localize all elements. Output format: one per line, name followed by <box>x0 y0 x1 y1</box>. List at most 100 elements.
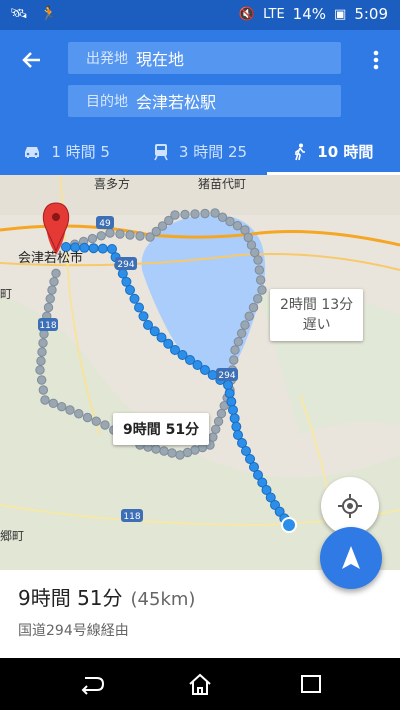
route-distance: (45km) <box>130 589 196 610</box>
route-dot <box>100 420 110 430</box>
route-dot <box>125 285 135 295</box>
overflow-menu-button[interactable] <box>370 46 382 74</box>
route-dot <box>105 228 115 238</box>
satellite-icon: 🛰 <box>10 6 28 22</box>
map-view[interactable]: 49 294 118 294 118 猪苗代町 喜多方 会津若松市 町 郷町 2… <box>0 175 400 570</box>
route-dot <box>129 293 140 304</box>
route-dot <box>151 444 161 454</box>
route-dot <box>38 385 49 395</box>
route-dot <box>43 302 54 313</box>
selected-route-callout[interactable]: 9時間 51分 <box>113 413 210 445</box>
route-dot <box>223 380 233 390</box>
route-summary-heading: 9時間 51分 (45km) <box>18 582 195 611</box>
tab-drive-label: 1 時間 5 <box>51 143 110 161</box>
destination-value: 会津若松駅 <box>136 93 217 112</box>
route-dot <box>39 329 49 339</box>
route-dot <box>40 395 50 405</box>
nav-back-button[interactable] <box>77 670 107 698</box>
svg-text:118: 118 <box>123 512 140 522</box>
start-navigation-button[interactable] <box>320 527 382 589</box>
route-dot <box>37 347 47 357</box>
route-shield-118: 118 <box>38 318 58 331</box>
place-label-bottom-left: 郷町 <box>0 529 25 543</box>
more-vert-icon <box>373 50 379 70</box>
route-dot <box>117 268 128 279</box>
route-dot <box>255 275 266 285</box>
route-dot <box>208 432 218 442</box>
svg-text:118: 118 <box>39 321 56 331</box>
route-dot <box>236 328 247 339</box>
route-dot <box>48 398 59 409</box>
alternate-route-time: 2時間 13分 <box>280 297 354 313</box>
route-dot <box>87 233 98 244</box>
route-dot <box>229 413 240 424</box>
directions-header: 出発地 現在地 目的地 会津若松駅 1 時間 5 3 時間 25 10 時間 <box>0 30 400 175</box>
route-dot <box>231 421 242 432</box>
route-dot <box>115 229 125 239</box>
svg-text:49: 49 <box>99 219 111 229</box>
route-dot <box>159 446 169 456</box>
origin-value: 現在地 <box>136 50 185 69</box>
route-dot <box>65 405 75 415</box>
svg-text:294: 294 <box>218 371 235 381</box>
route-dot <box>35 365 45 375</box>
tab-walk-label: 10 時間 <box>317 143 374 161</box>
route-dot <box>217 212 228 222</box>
route-dot <box>211 424 221 434</box>
route-dot <box>74 409 84 419</box>
route-dot <box>232 221 243 231</box>
route-dot <box>253 255 263 265</box>
route-dot <box>45 294 55 304</box>
clock: 5:09 <box>354 5 388 23</box>
status-bar: 🛰 🏃 🔇 LTE 14% ▣ 5:09 <box>0 0 400 30</box>
nav-home-button[interactable] <box>185 670 215 698</box>
route-dot <box>56 401 67 412</box>
route-dot <box>200 208 210 219</box>
back-button[interactable] <box>18 46 46 74</box>
route-dot <box>257 285 267 295</box>
route-dot <box>51 268 61 279</box>
route-dot <box>213 416 224 427</box>
route-dot <box>180 209 190 220</box>
system-navigation-bar <box>0 658 400 710</box>
navigation-arrow-icon <box>342 546 360 569</box>
route-dot <box>135 231 145 241</box>
route-dot <box>224 388 235 399</box>
mute-icon: 🔇 <box>238 6 256 22</box>
tab-walk[interactable]: 10 時間 <box>266 128 400 175</box>
route-dot <box>138 311 149 322</box>
route-dot <box>228 405 238 415</box>
origin-field[interactable]: 出発地 現在地 <box>68 42 341 74</box>
place-label-kitakata: 喜多方 <box>94 177 131 191</box>
status-icons: 🔇 LTE 14% ▣ 5:09 <box>239 5 388 23</box>
current-location-icon <box>281 517 297 533</box>
tab-drive[interactable]: 1 時間 5 <box>0 128 133 175</box>
running-icon: 🏃 <box>40 6 58 22</box>
place-label-inawashiro: 猪苗代町 <box>198 177 247 191</box>
route-dot <box>47 285 57 295</box>
tab-transit[interactable]: 3 時間 25 <box>133 128 266 175</box>
tab-transit-label: 3 時間 25 <box>178 143 248 161</box>
alternate-route-callout[interactable]: 2時間 13分 遅い <box>270 289 364 341</box>
place-label-left: 町 <box>0 287 13 301</box>
route-dot <box>244 311 254 321</box>
route-dot <box>36 375 47 385</box>
nav-recents-button[interactable] <box>296 670 326 698</box>
route-dot <box>230 345 240 355</box>
route-dot <box>226 396 237 407</box>
route-dot <box>229 355 239 365</box>
destination-field[interactable]: 目的地 会津若松駅 <box>68 85 341 117</box>
recents-icon <box>301 675 321 693</box>
origin-label: 出発地 <box>86 51 128 67</box>
route-dot <box>96 231 106 241</box>
back-arrow-icon <box>81 677 105 695</box>
route-dot <box>82 412 93 423</box>
route-dot <box>88 243 99 254</box>
route-dot <box>248 302 259 313</box>
route-dot <box>97 243 108 254</box>
route-dot <box>38 338 48 348</box>
arrow-back-icon <box>22 52 40 68</box>
route-dot <box>134 302 144 313</box>
route-dot <box>225 216 235 227</box>
car-icon <box>25 146 40 158</box>
